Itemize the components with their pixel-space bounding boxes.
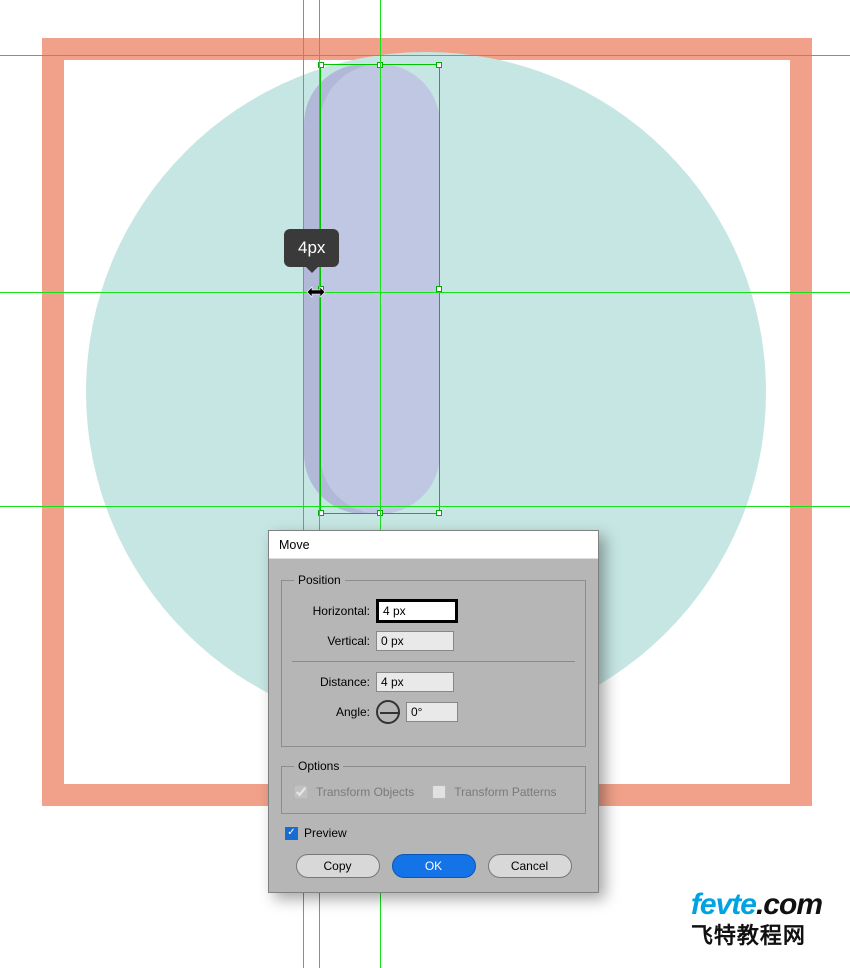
- move-dialog: Move Position Horizontal: Vertical: Dist…: [268, 530, 599, 893]
- measurement-tooltip: 4px: [284, 229, 339, 267]
- vertical-row: Vertical:: [294, 631, 573, 651]
- selection-handle-se[interactable]: [436, 510, 442, 516]
- separator: [292, 661, 575, 662]
- preview-row[interactable]: ✓ Preview: [285, 826, 586, 840]
- ok-button-label: OK: [425, 859, 442, 873]
- cancel-button[interactable]: Cancel: [488, 854, 572, 878]
- transform-patterns-label: Transform Patterns: [454, 785, 556, 799]
- angle-dial-icon[interactable]: [376, 700, 400, 724]
- horizontal-row: Horizontal:: [294, 599, 573, 623]
- watermark-line1: fevte.com: [691, 888, 822, 922]
- preview-checkbox[interactable]: ✓: [285, 827, 298, 840]
- transform-objects-option: Transform Objects: [294, 785, 414, 799]
- horizontal-label: Horizontal:: [294, 604, 376, 618]
- vertical-label: Vertical:: [294, 634, 376, 648]
- angle-row: Angle:: [294, 700, 573, 724]
- dialog-title: Move: [279, 538, 310, 552]
- angle-input[interactable]: [406, 702, 458, 722]
- distance-row: Distance:: [294, 672, 573, 692]
- move-cursor-icon: [306, 285, 326, 299]
- transform-objects-label: Transform Objects: [316, 785, 414, 799]
- cancel-button-label: Cancel: [511, 859, 548, 873]
- watermark-line2: 飞特教程网: [691, 918, 822, 950]
- measurement-tooltip-text: 4px: [298, 238, 325, 257]
- illustrator-canvas: 4px Move Position Horizontal: Vertical:: [0, 0, 850, 968]
- selection-handle-ne[interactable]: [436, 62, 442, 68]
- ruler-guide-horizontal[interactable]: [0, 506, 850, 507]
- preview-label: Preview: [304, 826, 347, 840]
- copy-button-label: Copy: [323, 859, 351, 873]
- transform-objects-checkbox: [294, 785, 308, 799]
- ruler-guide-horizontal[interactable]: [0, 55, 850, 56]
- site-watermark: fevte.com 飞特教程网: [691, 888, 822, 950]
- vertical-input[interactable]: [376, 631, 454, 651]
- position-legend: Position: [294, 573, 345, 587]
- options-legend: Options: [294, 759, 343, 773]
- copy-button[interactable]: Copy: [296, 854, 380, 878]
- ok-button[interactable]: OK: [392, 854, 476, 878]
- position-fieldset: Position Horizontal: Vertical: Distance:…: [281, 573, 586, 747]
- distance-input[interactable]: [376, 672, 454, 692]
- distance-label: Distance:: [294, 675, 376, 689]
- dialog-body: Position Horizontal: Vertical: Distance:…: [269, 559, 598, 892]
- transform-patterns-checkbox: [432, 785, 446, 799]
- angle-label: Angle:: [294, 705, 376, 719]
- horizontal-input[interactable]: [376, 599, 458, 623]
- ruler-guide-horizontal[interactable]: [0, 292, 850, 293]
- watermark-brand-a: fevte: [691, 888, 756, 921]
- dialog-titlebar[interactable]: Move: [269, 531, 598, 559]
- dialog-button-row: Copy OK Cancel: [281, 854, 586, 878]
- transform-patterns-option: Transform Patterns: [432, 785, 556, 799]
- watermark-brand-b: .com: [756, 888, 822, 921]
- options-fieldset: Options Transform Objects Transform Patt…: [281, 759, 586, 814]
